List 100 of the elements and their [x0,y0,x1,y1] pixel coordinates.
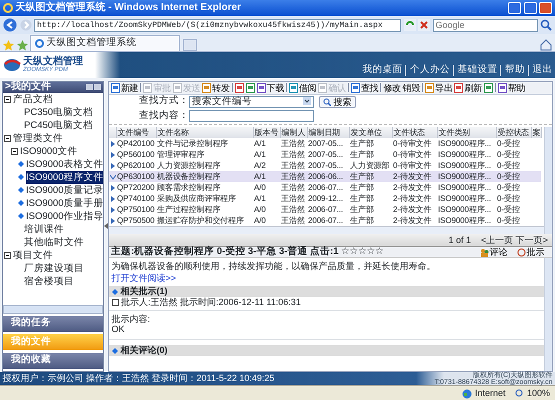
toolbar-button[interactable]: 下载 [256,82,286,94]
row-arrow-icon[interactable] [110,152,116,158]
collapse-icon[interactable] [4,252,11,258]
toolbar-button[interactable]: 新建 [110,82,140,94]
column-header[interactable]: 文件类别 [437,127,496,138]
column-header[interactable]: 编制日期 [307,127,349,138]
toolbar-button[interactable] [234,82,245,92]
collapse-icon[interactable] [11,148,18,154]
table-cell: 2006-07... [307,182,349,193]
column-header[interactable]: 编制人 [280,127,307,138]
row-expanded-icon[interactable] [110,174,116,180]
toolbar-button[interactable]: 借阅 [288,82,318,94]
nav-link[interactable]: 帮助 [500,64,525,76]
horizontal-scrollbar[interactable] [109,226,544,234]
search-button[interactable]: 搜索 [319,96,356,108]
table-cell: 人力资源控制程序 [156,160,253,171]
table-cell-text: ISO9000程序... [437,215,492,226]
tree-item[interactable]: 厂房建设项目 [24,262,84,274]
toolbar-button[interactable]: 刷新 [453,82,483,94]
browser-tab[interactable]: 天纵图文档管理系统 [30,35,180,51]
detail-action-button[interactable]: 评论 [478,246,508,258]
tree-item[interactable]: 培训课件 [24,222,64,236]
tree-item[interactable]: 其他临时文件 [24,236,84,248]
column-header[interactable]: 文件编号 [116,127,156,138]
table-cell: 王浩然 [280,160,307,171]
row-arrow-icon[interactable] [110,162,116,169]
table-cell: 0-待审文件 [392,160,437,171]
table-cell: QP630100 [116,171,156,182]
column-header[interactable]: 发文单位 [349,127,392,138]
vertical-scrollbar[interactable] [544,258,552,371]
nav-link[interactable]: 个人办公 [405,64,450,76]
collapse-icon[interactable] [4,134,11,142]
table-cell-text: 2-待发文件 [392,204,433,215]
detail-action-button[interactable]: 批示 [516,246,545,258]
tree-item[interactable]: ISO9000表格文件 [26,158,103,170]
toolbar-button[interactable]: 查找 [350,82,380,94]
column-header[interactable]: 受控状态 [496,127,531,138]
checkbox-icon[interactable] [112,298,118,306]
toolbar-button[interactable] [482,82,494,92]
column-header[interactable]: 文件名称 [156,127,253,138]
zoom-control[interactable]: 100% [515,388,550,399]
panel-tab[interactable]: 我的收藏 [3,352,103,368]
collapse-arrow-icon[interactable] [104,223,108,230]
column-header[interactable]: 文件状态 [392,127,437,138]
toolbar-button[interactable]: 修改 [382,82,402,94]
tree-item[interactable]: PC450电脑文档 [24,118,94,132]
previous-page-link[interactable]: <上一页 [480,234,514,246]
nav-link[interactable]: 退出 [528,64,552,76]
nav-link[interactable]: 基础设置 [452,64,498,76]
nav-link[interactable]: 我的桌面 [358,64,402,76]
minimize-button[interactable] [508,2,521,14]
zoom-icon [515,389,524,398]
tree-item[interactable]: ISO9000质量记录 [26,184,103,196]
toolbar-button[interactable]: 帮助 [496,82,526,94]
panel-tab[interactable]: 我的任务 [3,316,103,332]
tree-item[interactable]: PC350电脑文档 [24,106,94,118]
table-cell-text: 2006-07... [307,215,344,226]
row-arrow-icon[interactable] [110,206,116,213]
row-arrow-icon[interactable] [110,140,116,147]
toolbar-button[interactable]: 转发 [201,82,231,94]
search-method-select[interactable]: 搜索文件编号 [189,96,314,108]
tree-item[interactable]: 项目文件 [13,248,53,262]
search-icon[interactable] [540,19,552,31]
row-arrow-icon[interactable] [110,218,116,224]
back-icon[interactable] [3,18,17,32]
bullet-icon [18,174,24,180]
search-input[interactable] [189,110,314,122]
star-icon: ☆ [350,246,358,258]
window-title: 天纵图文档管理系统 - Windows Internet Explorer [16,2,242,14]
column-header[interactable]: 案 [531,127,541,138]
tree-item[interactable]: 产品文档 [13,92,53,106]
toolbar-button[interactable] [244,82,256,92]
tree-item[interactable]: ISO9000文件 [20,144,78,158]
row-arrow-icon[interactable] [110,196,116,202]
tree-item[interactable]: ISO9000程序文件 [26,170,103,184]
tree-item[interactable]: 管理类文件 [13,132,63,144]
tree-item[interactable]: 宿舍楼项目 [24,274,74,288]
table-cell: A/2 [253,160,280,171]
table-cell-text: 王浩然 [280,149,306,160]
toolbar-button[interactable]: 导出 [424,82,454,94]
horizontal-scrollbar[interactable] [3,304,103,314]
search-field[interactable]: Google [432,18,538,32]
star-icon[interactable] [3,40,14,51]
next-page-link[interactable]: 下一页> [516,234,548,246]
bullet-icon [18,213,24,219]
collapse-icon[interactable] [4,96,11,102]
table-cell-text: A/1 [253,193,267,204]
maximize-button[interactable] [524,2,536,14]
row-arrow-icon[interactable] [110,184,116,191]
tree-item[interactable]: ISO9000作业指导 [26,210,103,222]
refresh-icon[interactable] [404,19,416,31]
address-field[interactable]: http://localhost/ZoomSkyPDMWeb/(S(zi0mznybvwkoxu45fkwisz45))/myMain.aspx [34,18,401,32]
tree-item[interactable]: ISO9000质量手册 [26,196,103,210]
footer-info: 授权用户：示例公司 操作者：王浩然 登录时间：2011-5-22 10:49:25 [2,373,276,384]
toolbar-button[interactable]: 销毁 [402,82,422,94]
stop-icon[interactable] [418,19,430,31]
open-file-link[interactable]: 打开文件阅读>> [109,273,179,284]
column-header[interactable]: 版本号 [253,127,280,138]
close-button[interactable] [539,2,552,14]
vertical-scrollbar[interactable] [544,127,552,234]
